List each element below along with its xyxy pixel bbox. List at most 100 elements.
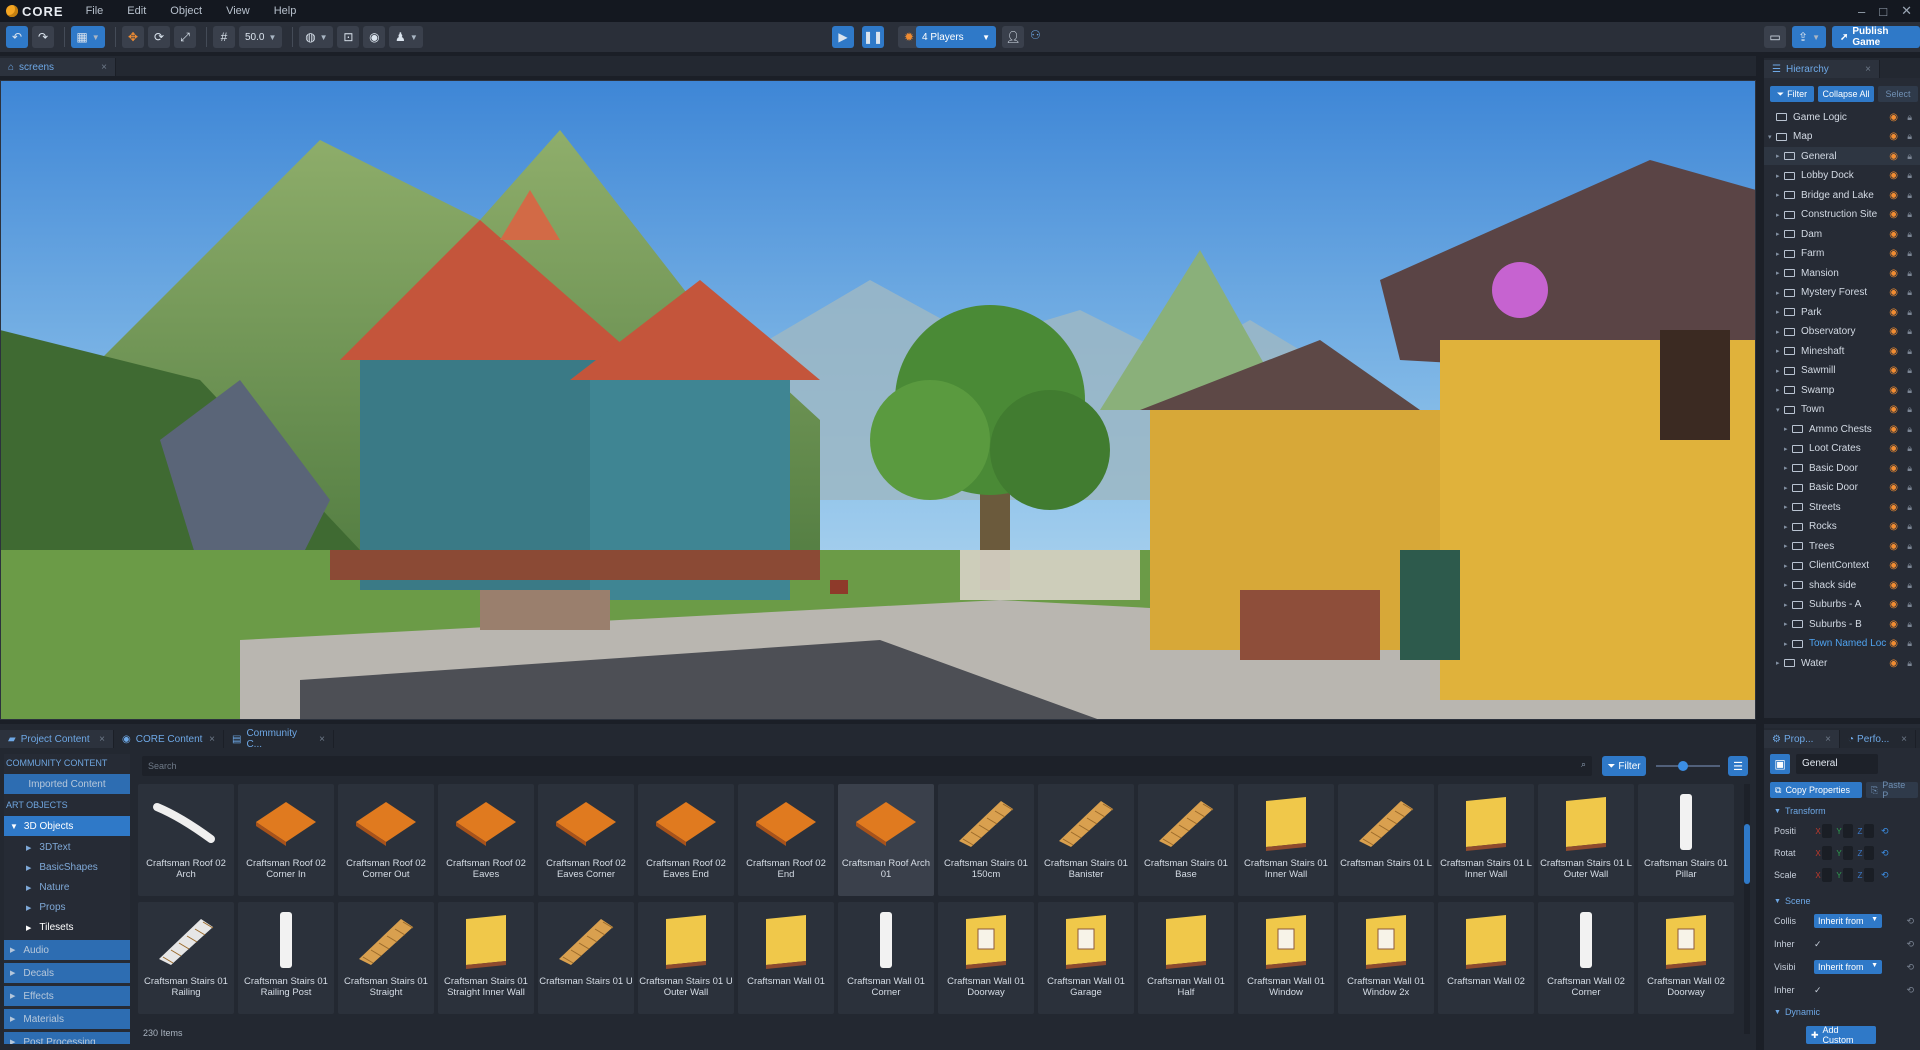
tab-properties[interactable]: ⚙ Prop... × xyxy=(1764,730,1840,748)
hierarchy-filter-button[interactable]: ⏷ Filter xyxy=(1770,86,1814,102)
visibility-eye-icon[interactable]: ◉ xyxy=(1889,346,1898,357)
asset-card[interactable]: Craftsman Stairs 01 Straight xyxy=(338,902,434,1014)
category-group[interactable]: ▶ Post Processing xyxy=(4,1032,130,1044)
hierarchy-item[interactable]: ▸ ClientContext ◉ 🔒︎ xyxy=(1764,557,1920,575)
hierarchy-item[interactable]: ▸ Farm ◉ 🔒︎ xyxy=(1764,245,1920,263)
menu-edit[interactable]: Edit xyxy=(115,5,158,17)
hierarchy-item[interactable]: ▸ Basic Door ◉ 🔒︎ xyxy=(1764,479,1920,497)
lock-icon[interactable]: 🔒︎ xyxy=(1907,326,1912,337)
asset-card[interactable]: Craftsman Roof Arch 01 xyxy=(838,784,934,896)
hierarchy-item[interactable]: ▸ Mineshaft ◉ 🔒︎ xyxy=(1764,342,1920,360)
asset-card[interactable]: Craftsman Wall 02 xyxy=(1438,902,1534,1014)
hierarchy-item[interactable]: ▸ Streets ◉ 🔒︎ xyxy=(1764,498,1920,516)
slider-knob[interactable] xyxy=(1678,761,1688,771)
expand-right-icon[interactable]: ▸ xyxy=(1776,230,1784,238)
scrollbar-thumb[interactable] xyxy=(1744,824,1750,884)
asset-card[interactable]: Craftsman Wall 01 xyxy=(738,902,834,1014)
tab-project-content[interactable]: ▰ Project Content × xyxy=(0,730,114,748)
grid-snap-button[interactable]: # xyxy=(213,26,235,48)
visibility-eye-icon[interactable]: ◉ xyxy=(1889,385,1898,396)
vector-field[interactable] xyxy=(1864,824,1874,838)
expand-right-icon[interactable]: ▸ xyxy=(1776,328,1784,336)
lock-icon[interactable]: 🔒︎ xyxy=(1907,619,1912,630)
close-tab-icon[interactable]: × xyxy=(319,734,325,745)
hierarchy-item[interactable]: ▸ Swamp ◉ 🔒︎ xyxy=(1764,381,1920,399)
expand-right-icon[interactable]: ▸ xyxy=(1776,289,1784,297)
lock-icon[interactable]: 🔒︎ xyxy=(1907,268,1912,279)
close-tab-icon[interactable]: × xyxy=(209,734,215,745)
visibility-eye-icon[interactable]: ◉ xyxy=(1889,599,1898,610)
lock-icon[interactable]: 🔒︎ xyxy=(1907,248,1912,259)
undo-button[interactable]: ↶ xyxy=(6,26,28,48)
visibility-eye-icon[interactable]: ◉ xyxy=(1889,443,1898,454)
lock-icon[interactable]: 🔒︎ xyxy=(1907,463,1912,474)
close-tab-icon[interactable]: × xyxy=(99,734,105,745)
checkbox[interactable]: ✓ xyxy=(1814,985,1822,996)
scale-tool-button[interactable]: ⤢ xyxy=(174,26,196,48)
reset-icon[interactable]: ⟲ xyxy=(1906,962,1914,973)
visibility-eye-icon[interactable]: ◉ xyxy=(1889,229,1898,240)
rotate-tool-button[interactable]: ⟳ xyxy=(148,26,170,48)
category-group[interactable]: ▶ Effects xyxy=(4,986,130,1006)
hierarchy-item[interactable]: ▸ shack side ◉ 🔒︎ xyxy=(1764,576,1920,594)
asset-card[interactable]: Craftsman Stairs 01 Straight Inner Wall xyxy=(438,902,534,1014)
visibility-eye-icon[interactable]: ◉ xyxy=(1889,541,1898,552)
category-item[interactable]: ▶ BasicShapes xyxy=(4,858,130,877)
category-group[interactable]: ▶ Audio xyxy=(4,940,130,960)
view-mode-button[interactable]: ☰ xyxy=(1728,756,1748,776)
category-item[interactable]: ▶ Tilesets xyxy=(4,918,130,937)
hierarchy-item[interactable]: ▸ Water ◉ 🔒︎ xyxy=(1764,654,1920,672)
category-item[interactable]: ▶ Props xyxy=(4,898,130,917)
expand-right-icon[interactable]: ▸ xyxy=(1776,191,1784,199)
menu-view[interactable]: View xyxy=(214,5,262,17)
snap-value-field[interactable]: 50.0 ▼ xyxy=(239,26,283,48)
hierarchy-item[interactable]: ▸ Town Named Loc ◉ 🔒︎ xyxy=(1764,635,1920,653)
asset-card[interactable]: Craftsman Wall 01 Window xyxy=(1238,902,1334,1014)
asset-card[interactable]: Craftsman Wall 01 Garage xyxy=(1038,902,1134,1014)
vector-field[interactable] xyxy=(1843,868,1853,882)
menu-object[interactable]: Object xyxy=(158,5,214,17)
visibility-eye-icon[interactable]: ◉ xyxy=(1889,190,1898,201)
player-settings-button[interactable]: 👤︎ xyxy=(1002,26,1024,48)
asset-card[interactable]: Craftsman Stairs 01 Base xyxy=(1138,784,1234,896)
lock-icon[interactable]: 🔒︎ xyxy=(1907,658,1912,669)
asset-card[interactable]: Craftsman Stairs 01 L xyxy=(1338,784,1434,896)
lock-icon[interactable]: 🔒︎ xyxy=(1907,580,1912,591)
expand-right-icon[interactable]: ▸ xyxy=(1776,269,1784,277)
vector-field[interactable] xyxy=(1864,868,1874,882)
asset-card[interactable]: Craftsman Roof 02 Eaves End xyxy=(638,784,734,896)
close-tab-icon[interactable]: × xyxy=(1865,64,1871,75)
lock-icon[interactable]: 🔒︎ xyxy=(1907,346,1912,357)
local-player-icon[interactable]: ⚇ xyxy=(1030,28,1041,42)
category-group[interactable]: ▶ Materials xyxy=(4,1009,130,1029)
move-tool-button[interactable]: ✥ xyxy=(122,26,144,48)
category-group[interactable]: ▶ Decals xyxy=(4,963,130,983)
spawn-button[interactable]: ♟ ▼ xyxy=(389,26,424,48)
close-tab-icon[interactable]: × xyxy=(1825,734,1831,745)
inherit-dropdown[interactable]: Inherit from ▼ xyxy=(1814,914,1882,928)
asset-card[interactable]: Craftsman Wall 01 Corner xyxy=(838,902,934,1014)
expand-right-icon[interactable]: ▸ xyxy=(1776,308,1784,316)
hierarchy-item[interactable]: ▸ Mansion ◉ 🔒︎ xyxy=(1764,264,1920,282)
visibility-eye-icon[interactable]: ◉ xyxy=(1889,112,1898,123)
expand-right-icon[interactable]: ▸ xyxy=(1784,542,1792,550)
expand-right-icon[interactable]: ▸ xyxy=(1784,523,1792,531)
tab-hierarchy[interactable]: ☰ Hierarchy × xyxy=(1764,60,1880,78)
lock-icon[interactable]: 🔒︎ xyxy=(1907,521,1912,532)
expand-right-icon[interactable]: ▸ xyxy=(1784,445,1792,453)
expand-right-icon[interactable]: ▸ xyxy=(1784,484,1792,492)
expand-right-icon[interactable]: ▸ xyxy=(1776,152,1784,160)
hierarchy-item[interactable]: ▸ Basic Door ◉ 🔒︎ xyxy=(1764,459,1920,477)
hierarchy-item[interactable]: ▸ Park ◉ 🔒︎ xyxy=(1764,303,1920,321)
vector-field[interactable] xyxy=(1843,824,1853,838)
lock-icon[interactable]: 🔒︎ xyxy=(1907,638,1912,649)
lock-icon[interactable]: 🔒︎ xyxy=(1907,424,1912,435)
expand-right-icon[interactable]: ▸ xyxy=(1784,601,1792,609)
hierarchy-item[interactable]: ▸ Dam ◉ 🔒︎ xyxy=(1764,225,1920,243)
world-space-button[interactable]: ◍ ▼ xyxy=(299,26,334,48)
lock-icon[interactable]: 🔒︎ xyxy=(1907,365,1912,376)
lock-icon[interactable]: 🔒︎ xyxy=(1907,560,1912,571)
expand-right-icon[interactable]: ▸ xyxy=(1776,367,1784,375)
dynamic-heading[interactable]: ▼ Dynamic xyxy=(1774,1006,1914,1018)
reset-icon[interactable]: ⟲ xyxy=(1906,939,1914,950)
